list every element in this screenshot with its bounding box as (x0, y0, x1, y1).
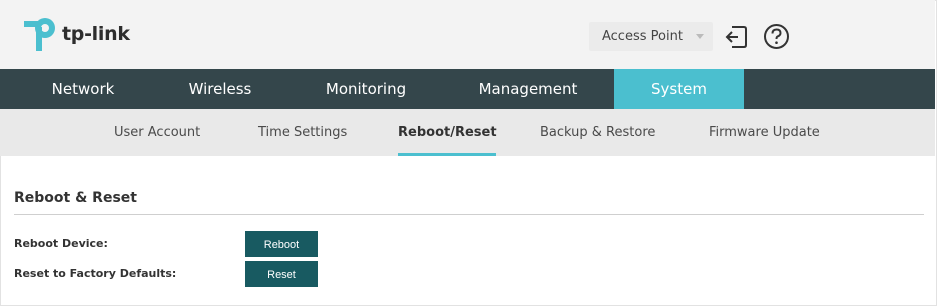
tab-system[interactable]: System (614, 69, 744, 109)
tab-network[interactable]: Network (28, 69, 138, 109)
active-tab-indicator (398, 153, 496, 156)
subtab-backup-restore[interactable]: Backup & Restore (540, 109, 655, 156)
subtab-firmware-update[interactable]: Firmware Update (709, 109, 820, 156)
subtab-user-account[interactable]: User Account (114, 109, 200, 156)
tab-management[interactable]: Management (466, 69, 590, 109)
tp-link-logo-icon (24, 18, 55, 51)
sub-nav: User Account Time Settings Reboot/Reset … (0, 109, 935, 156)
logout-icon (725, 26, 747, 48)
tab-monitoring[interactable]: Monitoring (310, 69, 422, 109)
section-divider (14, 214, 924, 215)
reboot-button[interactable]: Reboot (245, 231, 318, 257)
subtab-reboot-reset[interactable]: Reboot/Reset (398, 109, 497, 156)
main-nav: Network Wireless Monitoring Management S… (0, 69, 935, 109)
logout-button[interactable] (723, 24, 749, 50)
brand-name: tp-link (62, 23, 130, 45)
reset-factory-label: Reset to Factory Defaults: (14, 267, 177, 280)
tp-link-logo: tp-link (22, 15, 130, 53)
help-button[interactable] (763, 23, 790, 50)
help-icon (764, 24, 789, 49)
section-title: Reboot & Reset (14, 190, 137, 206)
reset-button[interactable]: Reset (245, 261, 318, 287)
top-header: tp-link Access Point (0, 0, 935, 69)
mode-select-value: Access Point (602, 29, 683, 44)
chevron-down-icon (696, 34, 704, 39)
tab-wireless[interactable]: Wireless (165, 69, 275, 109)
mode-select[interactable]: Access Point (589, 22, 713, 51)
subtab-time-settings[interactable]: Time Settings (258, 109, 347, 156)
reboot-device-label: Reboot Device: (14, 237, 108, 250)
